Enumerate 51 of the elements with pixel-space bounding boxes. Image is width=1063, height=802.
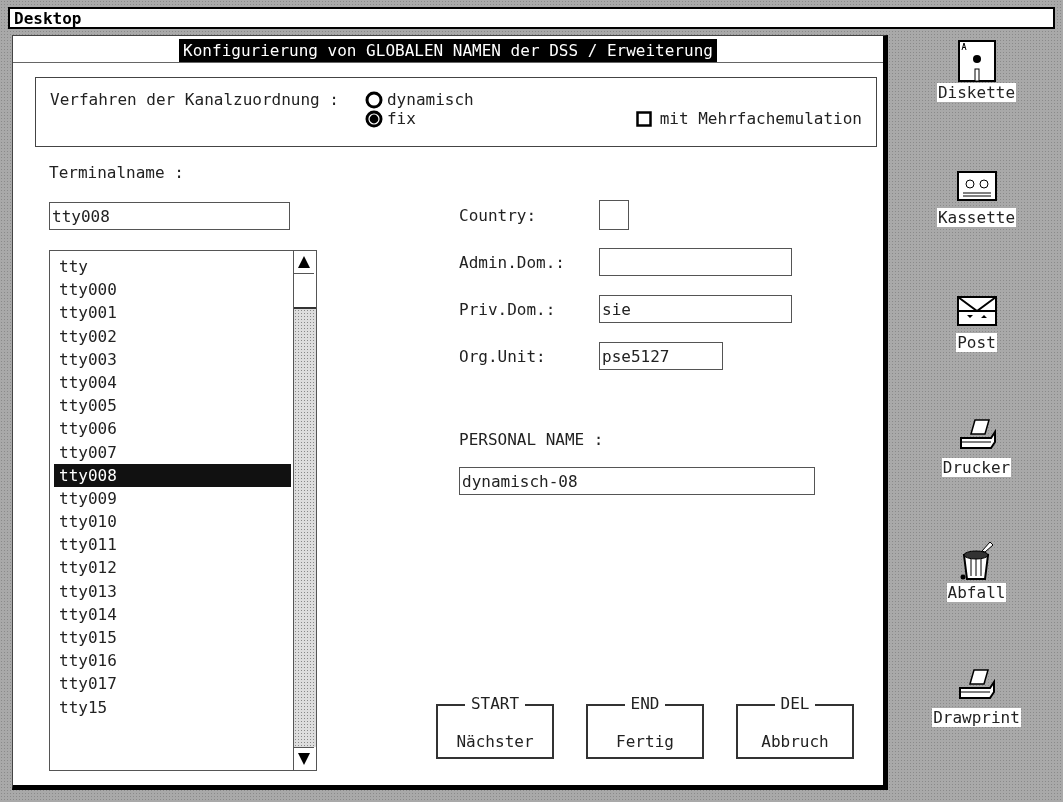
emulation-checkbox[interactable]: mit Mehrfachemulation	[635, 109, 862, 128]
icon-label[interactable]: Diskette	[936, 83, 1017, 102]
list-item[interactable]: tty009	[54, 486, 291, 511]
list-item[interactable]: tty001	[54, 301, 291, 325]
list-item[interactable]: tty	[54, 255, 291, 279]
radio-icon[interactable]	[365, 109, 383, 128]
action-button[interactable]: DEL Abbruch	[736, 695, 854, 759]
radio-icon[interactable]	[365, 90, 383, 109]
field-label: Priv.Dom.:	[459, 299, 557, 319]
list-item[interactable]: tty016	[54, 649, 291, 673]
list-item[interactable]: tty013	[54, 579, 291, 603]
list-item[interactable]: tty15	[54, 695, 291, 719]
list-item[interactable]: tty004	[54, 370, 291, 395]
radio-option[interactable]: fix	[365, 109, 416, 128]
list-item[interactable]: tty014	[54, 602, 291, 626]
personal-name-label: PERSONAL NAME :	[459, 430, 605, 449]
radio-option[interactable]: dynamisch	[365, 90, 474, 109]
list-item[interactable]: tty006	[54, 417, 291, 441]
terminal-field[interactable]: tty008	[49, 202, 290, 230]
list-item[interactable]: tty007	[54, 440, 291, 464]
field-label: Country:	[459, 205, 538, 225]
terminal-label: Terminalname :	[49, 163, 185, 182]
action-button[interactable]: START Nächster	[436, 695, 554, 759]
desktop-title: Desktop	[14, 8, 82, 28]
list-item[interactable]: tty017	[54, 672, 291, 696]
scrollbar[interactable]	[293, 251, 316, 770]
icon-label[interactable]: Abfall	[946, 583, 1007, 602]
channel-label: Verfahren der Kanalzuordnung :	[50, 90, 339, 110]
list-item[interactable]: tty012	[54, 556, 291, 580]
icon-label[interactable]: Post	[956, 333, 997, 352]
list-item[interactable]: tty002	[54, 324, 291, 348]
field-label: Admin.Dom.:	[459, 252, 566, 272]
list-item[interactable]: tty005	[54, 394, 291, 418]
icon-label[interactable]: Kassette	[936, 208, 1017, 227]
window-title: Konfigurierung von GLOBALEN NAMEN der DSS / Erweiterung	[179, 39, 717, 62]
list-item[interactable]: tty003	[54, 347, 291, 371]
list-item[interactable]: tty010	[54, 510, 291, 534]
action-button[interactable]: END Fertig	[586, 695, 704, 759]
input-field[interactable]: pse5127	[599, 342, 723, 370]
checkbox-icon	[635, 110, 652, 127]
list-item[interactable]: tty015	[54, 626, 291, 650]
personal-name-field[interactable]: dynamisch-08	[459, 467, 815, 495]
input-field[interactable]: sie	[599, 295, 792, 323]
list-item[interactable]: tty000	[54, 278, 291, 302]
list-item[interactable]: tty011	[54, 533, 291, 557]
field-label: Org.Unit:	[459, 346, 547, 366]
icon-label[interactable]: Drucker	[941, 458, 1012, 477]
list-item[interactable]: tty008	[54, 463, 291, 487]
input-field[interactable]	[599, 200, 629, 230]
icon-label[interactable]: Drawprint	[932, 708, 1021, 727]
input-field[interactable]	[599, 248, 792, 276]
